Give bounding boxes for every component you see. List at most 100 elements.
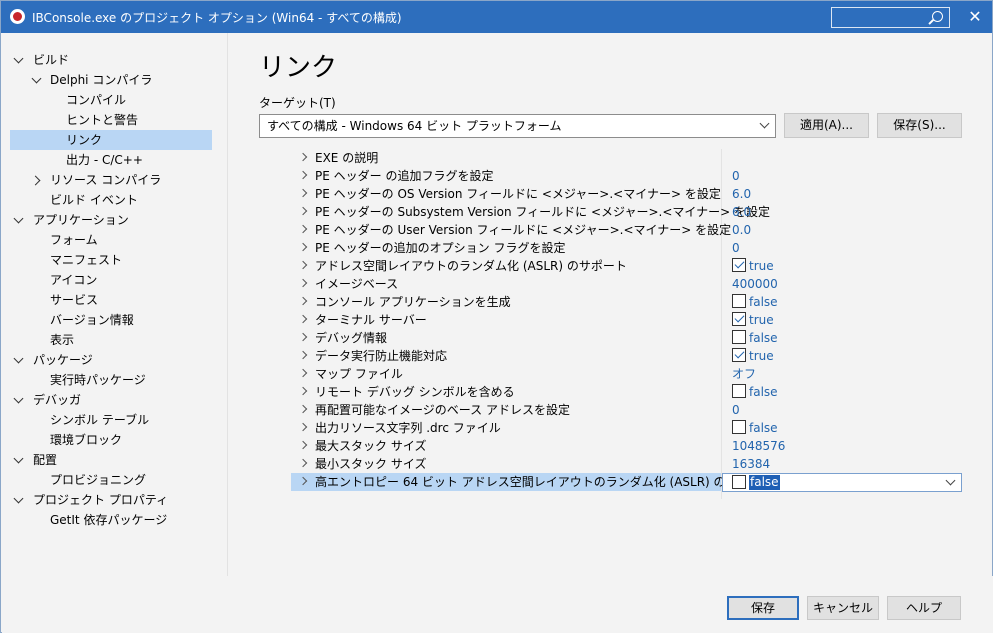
- property-value[interactable]: 6.0: [732, 186, 751, 202]
- tree-item[interactable]: アプリケーション: [2, 210, 228, 230]
- chevron-right-icon[interactable]: [298, 422, 308, 432]
- chevron-down-icon[interactable]: [14, 490, 24, 510]
- property-row[interactable]: ターミナル サーバー true: [291, 311, 963, 329]
- property-checkbox[interactable]: [732, 330, 746, 344]
- chevron-right-icon[interactable]: [32, 170, 42, 190]
- chevron-right-icon[interactable]: [298, 332, 308, 342]
- tree-item[interactable]: デバッガ: [2, 390, 228, 410]
- tree-item[interactable]: 実行時パッケージ: [2, 370, 228, 390]
- property-checkbox[interactable]: [732, 384, 746, 398]
- tree-item[interactable]: マニフェスト: [2, 250, 228, 270]
- chevron-right-icon[interactable]: [298, 224, 308, 234]
- cancel-button[interactable]: キャンセル: [807, 596, 879, 620]
- property-value-selected[interactable]: false: [749, 475, 780, 490]
- chevron-right-icon[interactable]: [298, 206, 308, 216]
- property-row[interactable]: 出力リソース文字列 .drc ファイル false: [291, 419, 963, 437]
- chevron-right-icon[interactable]: [298, 278, 308, 288]
- chevron-right-icon[interactable]: [298, 350, 308, 360]
- tree-item[interactable]: パッケージ: [2, 350, 228, 370]
- property-row[interactable]: コンソール アプリケーションを生成 false: [291, 293, 963, 311]
- tree-item[interactable]: ビルド: [2, 50, 228, 70]
- property-value[interactable]: true: [749, 348, 774, 364]
- tree-item[interactable]: フォーム: [2, 230, 228, 250]
- target-select[interactable]: すべての構成 - Windows 64 ビット プラットフォーム: [259, 114, 776, 138]
- property-value[interactable]: false: [749, 330, 778, 346]
- tree-item[interactable]: リソース コンパイラ: [2, 170, 228, 190]
- property-checkbox[interactable]: [732, 475, 746, 489]
- tree-item[interactable]: アイコン: [2, 270, 228, 290]
- property-checkbox[interactable]: [732, 258, 746, 272]
- tree-item[interactable]: プロジェクト プロパティ: [2, 490, 228, 510]
- tree-item[interactable]: プロビジョニング: [2, 470, 228, 490]
- property-value[interactable]: 6.0: [732, 204, 751, 220]
- property-value[interactable]: 1048576: [732, 438, 785, 454]
- property-value[interactable]: 16384: [732, 456, 770, 472]
- save-as-button[interactable]: 保存(S)...: [877, 113, 962, 138]
- chevron-right-icon[interactable]: [298, 296, 308, 306]
- property-row[interactable]: 最小スタック サイズ 16384: [291, 455, 963, 473]
- property-value[interactable]: 0: [732, 168, 740, 184]
- property-row[interactable]: PE ヘッダーの追加のオプション フラグを設定 0: [291, 239, 963, 257]
- tree-item[interactable]: コンパイル: [2, 90, 228, 110]
- tree-item[interactable]: Delphi コンパイラ: [2, 70, 228, 90]
- property-row[interactable]: リモート デバッグ シンボルを含める false: [291, 383, 963, 401]
- chevron-down-icon[interactable]: [14, 350, 24, 370]
- property-row[interactable]: アドレス空間レイアウトのランダム化 (ASLR) のサポート true: [291, 257, 963, 275]
- chevron-right-icon[interactable]: [298, 368, 308, 378]
- chevron-down-icon[interactable]: [14, 390, 24, 410]
- help-button[interactable]: ヘルプ: [887, 596, 961, 620]
- property-value[interactable]: false: [749, 294, 778, 310]
- chevron-right-icon[interactable]: [298, 440, 308, 450]
- property-row[interactable]: 再配置可能なイメージのベース アドレスを設定 0: [291, 401, 963, 419]
- property-row[interactable]: 高エントロピー 64 ビット アドレス空間レイアウトのランダム化 (ASLR) …: [291, 473, 963, 492]
- title-search-box[interactable]: [831, 7, 950, 28]
- chevron-right-icon[interactable]: [298, 260, 308, 270]
- property-value[interactable]: false: [749, 420, 778, 436]
- property-row[interactable]: デバッグ情報 false: [291, 329, 963, 347]
- property-row[interactable]: EXE の説明: [291, 149, 963, 167]
- property-value[interactable]: 0: [732, 240, 740, 256]
- property-checkbox[interactable]: [732, 294, 746, 308]
- chevron-right-icon[interactable]: [298, 170, 308, 180]
- chevron-right-icon[interactable]: [298, 188, 308, 198]
- close-icon[interactable]: ✕: [963, 7, 987, 27]
- property-value[interactable]: true: [749, 258, 774, 274]
- property-value[interactable]: 0.0: [732, 222, 751, 238]
- property-value-editor[interactable]: false: [722, 473, 962, 492]
- chevron-down-icon[interactable]: [14, 210, 24, 230]
- tree-item[interactable]: 配置: [2, 450, 228, 470]
- chevron-down-icon[interactable]: [14, 50, 24, 70]
- tree-item[interactable]: ヒントと警告: [2, 110, 228, 130]
- property-row[interactable]: マップ ファイル オフ: [291, 365, 963, 383]
- chevron-right-icon[interactable]: [298, 386, 308, 396]
- chevron-right-icon[interactable]: [298, 458, 308, 468]
- property-value[interactable]: false: [749, 384, 778, 400]
- property-row[interactable]: データ実行防止機能対応 true: [291, 347, 963, 365]
- property-value[interactable]: true: [749, 312, 774, 328]
- tree-item[interactable]: 環境ブロック: [2, 430, 228, 450]
- chevron-down-icon[interactable]: [14, 450, 24, 470]
- tree-item[interactable]: ビルド イベント: [2, 190, 228, 210]
- property-row[interactable]: 最大スタック サイズ 1048576: [291, 437, 963, 455]
- property-value[interactable]: 400000: [732, 276, 778, 292]
- save-button[interactable]: 保存: [727, 596, 799, 620]
- property-row[interactable]: イメージベース 400000: [291, 275, 963, 293]
- chevron-right-icon[interactable]: [298, 404, 308, 414]
- property-row[interactable]: PE ヘッダーの OS Version フィールドに <メジャー>.<マイナー>…: [291, 185, 963, 203]
- apply-button[interactable]: 適用(A)...: [784, 113, 869, 138]
- tree-item[interactable]: サービス: [2, 290, 228, 310]
- property-checkbox[interactable]: [732, 420, 746, 434]
- property-row[interactable]: PE ヘッダー の追加フラグを設定 0: [291, 167, 963, 185]
- tree-item[interactable]: リンク: [10, 130, 212, 150]
- tree-item[interactable]: シンボル テーブル: [2, 410, 228, 430]
- chevron-down-icon[interactable]: [32, 70, 42, 90]
- chevron-right-icon[interactable]: [298, 152, 308, 162]
- chevron-right-icon[interactable]: [298, 242, 308, 252]
- tree-item[interactable]: 出力 - C/C++: [2, 150, 228, 170]
- chevron-down-icon[interactable]: [945, 475, 956, 486]
- tree-item[interactable]: バージョン情報: [2, 310, 228, 330]
- property-checkbox[interactable]: [732, 348, 746, 362]
- tree-item[interactable]: GetIt 依存パッケージ: [2, 510, 228, 530]
- tree-item[interactable]: 表示: [2, 330, 228, 350]
- property-value[interactable]: 0: [732, 402, 740, 418]
